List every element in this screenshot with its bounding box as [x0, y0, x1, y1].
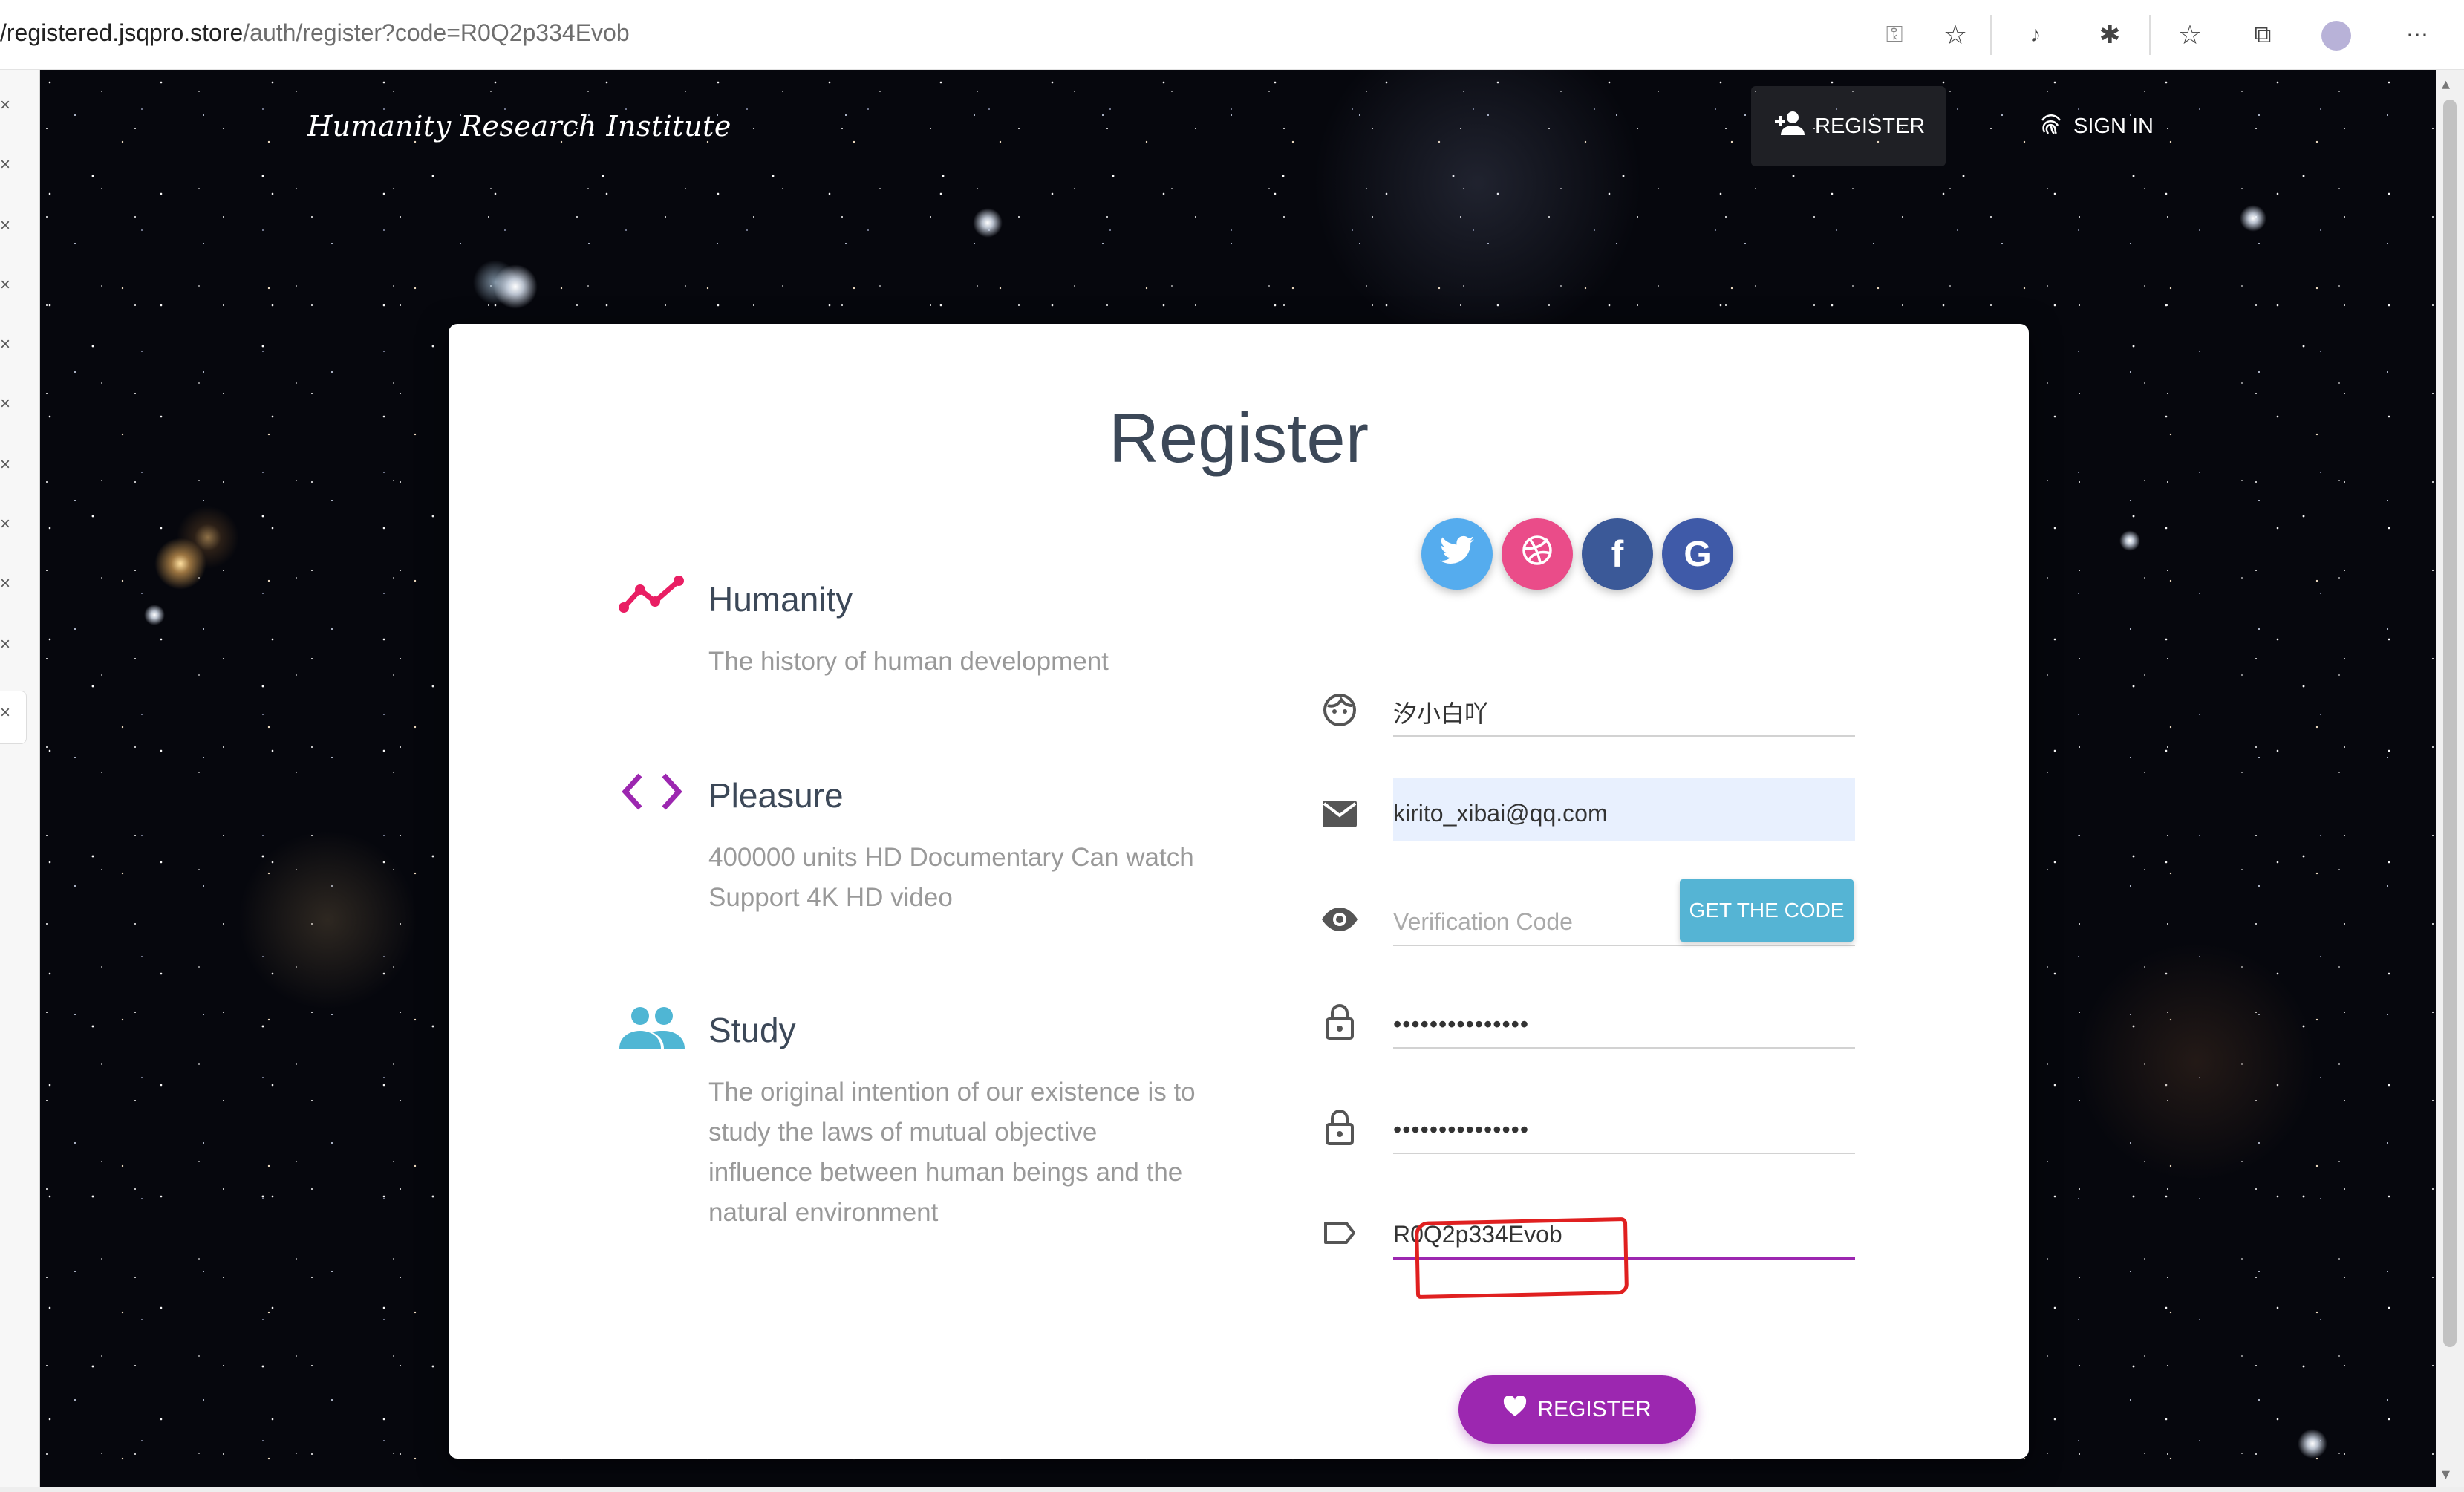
toolbar-divider	[1990, 15, 1992, 55]
face-icon	[1317, 688, 1362, 732]
star-decoration	[144, 605, 165, 625]
close-tab-icon[interactable]: ×	[0, 95, 10, 116]
feature-description: The history of human development	[708, 647, 1109, 676]
feature-title: Pleasure	[708, 776, 844, 815]
close-tab-icon[interactable]: ×	[0, 394, 10, 414]
mail-icon	[1317, 792, 1362, 836]
feature-title: Study	[708, 1011, 796, 1049]
nav-register-button[interactable]: REGISTER	[1751, 86, 1946, 166]
heart-icon	[1503, 1395, 1527, 1423]
page-background: Humanity Research Institute REGISTER SIG…	[40, 70, 2436, 1487]
feature-description: 400000 units HD Documentary Can watch Su…	[708, 843, 1194, 912]
key-icon[interactable]: ⚿	[1877, 18, 1911, 52]
username-field[interactable]	[1393, 674, 1855, 737]
email-row	[1317, 778, 1855, 853]
nav-signin-label: SIGN IN	[2073, 114, 2154, 138]
email-input[interactable]	[1393, 778, 1855, 841]
star-decoration	[2240, 205, 2266, 232]
fingerprint-icon	[2038, 110, 2064, 143]
get-code-button[interactable]: GET THE CODE	[1680, 879, 1854, 942]
register-card: Register Humanity The history of human d…	[449, 324, 2029, 1459]
close-tab-icon[interactable]: ×	[0, 215, 10, 236]
verification-row: GET THE CODE	[1317, 879, 1855, 958]
google-icon: G	[1684, 534, 1712, 574]
close-tab-icon[interactable]: ×	[0, 275, 10, 296]
scrollbar-thumb[interactable]	[2443, 100, 2457, 1347]
dribbble-icon	[1521, 534, 1554, 575]
url-path: /auth/register?code=R0Q2p334Evob	[243, 19, 630, 46]
address-bar[interactable]: /registered.jsqpro.store/auth/register?c…	[0, 19, 630, 47]
register-submit-label: REGISTER	[1537, 1397, 1652, 1421]
people-icon	[618, 1004, 686, 1056]
verification-input[interactable]	[1393, 884, 1690, 945]
password-input[interactable]	[1393, 986, 1855, 1047]
toolbar-divider	[2149, 15, 2151, 55]
vertical-tabs-strip: × × × × × × × × × × ×	[0, 70, 40, 1492]
nav-register-label: REGISTER	[1815, 114, 1926, 138]
window-bottom-edge	[0, 1487, 2464, 1492]
feature-study: Study The original intention of our exis…	[618, 1004, 1196, 1271]
facebook-button[interactable]: f	[1582, 518, 1653, 590]
person-add-icon	[1775, 111, 1806, 142]
google-button[interactable]: G	[1662, 518, 1733, 590]
close-tab-icon[interactable]: ×	[0, 634, 10, 655]
close-tab-icon[interactable]: ×	[0, 455, 10, 475]
close-tab-icon[interactable]: ×	[0, 334, 10, 355]
timeline-icon	[618, 573, 686, 625]
twitter-icon	[1440, 535, 1474, 573]
confirm-password-row	[1317, 1092, 1855, 1166]
scroll-up-icon[interactable]: ▴	[2442, 74, 2450, 94]
eye-icon	[1317, 897, 1362, 942]
scroll-down-icon[interactable]: ▾	[2442, 1465, 2450, 1484]
code-icon	[618, 769, 686, 821]
close-tab-icon[interactable]: ×	[0, 154, 10, 175]
feature-humanity: Humanity The history of human developmen…	[618, 573, 1182, 722]
nav-signin-button[interactable]: SIGN IN	[2014, 86, 2177, 166]
username-row	[1317, 674, 1855, 749]
password-row	[1317, 986, 1855, 1061]
lock-icon	[1317, 1105, 1362, 1150]
confirm-password-field[interactable]	[1393, 1092, 1855, 1154]
email-field[interactable]	[1393, 778, 1855, 841]
extensions-icon[interactable]: ✱	[2093, 18, 2127, 52]
password-field[interactable]	[1393, 986, 1855, 1049]
star-decoration	[493, 264, 538, 309]
username-input[interactable]	[1393, 674, 1855, 735]
feature-title: Humanity	[708, 580, 853, 619]
close-tab-icon[interactable]: ×	[0, 573, 10, 594]
star-decoration	[2298, 1429, 2327, 1459]
page-scrollbar[interactable]: ▴ ▾	[2436, 70, 2464, 1492]
verification-field[interactable]: GET THE CODE	[1393, 879, 1855, 946]
confirm-password-input[interactable]	[1393, 1092, 1855, 1153]
read-aloud-icon[interactable]: ♪	[2018, 18, 2053, 52]
close-tab-icon[interactable]: ×	[0, 703, 10, 723]
facebook-icon: f	[1611, 533, 1624, 575]
collections-icon[interactable]: ⧉	[2246, 18, 2280, 52]
feature-pleasure: Pleasure 400000 units HD Documentary Can…	[618, 769, 1194, 962]
label-icon	[1317, 1211, 1362, 1255]
more-menu-icon[interactable]: ⋯	[2400, 18, 2434, 52]
dribbble-button[interactable]	[1502, 518, 1573, 590]
feature-description: The original intention of our existence …	[708, 1078, 1196, 1227]
star-decoration	[973, 208, 1003, 238]
star-decoration	[2119, 530, 2140, 551]
register-submit-button[interactable]: REGISTER	[1458, 1375, 1696, 1444]
close-tab-icon[interactable]: ×	[0, 514, 10, 535]
star-decoration	[154, 538, 206, 590]
add-favorite-icon[interactable]: ☆	[1938, 18, 1972, 52]
twitter-button[interactable]	[1421, 518, 1493, 590]
favorites-icon[interactable]: ☆	[2173, 18, 2207, 52]
url-host: /registered.jsqpro.store	[0, 19, 244, 46]
brand-logo[interactable]: Humanity Research Institute	[307, 110, 731, 143]
profile-avatar[interactable]	[2321, 21, 2351, 51]
lock-icon	[1317, 1000, 1362, 1044]
browser-toolbar: /registered.jsqpro.store/auth/register?c…	[0, 0, 2464, 70]
red-annotation-circle	[1414, 1217, 1629, 1299]
page-title: Register	[1108, 399, 1369, 477]
